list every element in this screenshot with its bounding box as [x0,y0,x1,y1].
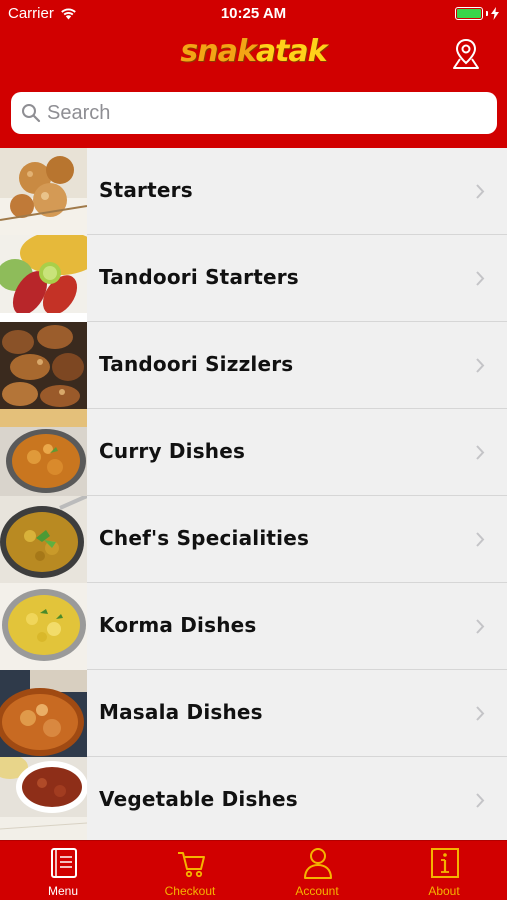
cart-icon [178,852,205,878]
nav-bar: snakatak [0,28,507,84]
battery-icon [455,7,483,20]
list-item-label: Vegetable Dishes [99,787,298,811]
battery-indicator [455,7,499,20]
list-item-label: Masala Dishes [99,700,263,724]
status-time: 10:25 AM [220,5,287,22]
vegetable-dishes-thumbnail [0,757,87,840]
chevron-right-icon [476,706,485,721]
list-item-label: Tandoori Sizzlers [99,352,294,376]
list-item-tandoori-sizzlers[interactable]: Tandoori Sizzlers [0,322,507,409]
list-item-tandoori-starters[interactable]: Tandoori Starters [0,235,507,322]
chevron-right-icon [476,532,485,547]
tab-about[interactable]: About [381,841,507,900]
list-item-label: Curry Dishes [99,439,246,463]
tandoori-sizzlers-thumbnail [0,322,87,409]
map-pin-icon[interactable] [451,38,481,70]
chevron-right-icon [476,793,485,808]
starters-thumbnail [0,148,87,235]
tab-checkout[interactable]: Checkout [127,841,253,900]
info-icon [431,848,459,878]
search-input[interactable] [47,98,487,128]
tab-label: Account [295,884,339,898]
tab-menu[interactable]: Menu [0,841,126,900]
list-item-label: Starters [99,178,193,202]
tab-bar: Menu Checkout Account About [0,840,507,900]
list-item-korma-dishes[interactable]: Korma Dishes [0,583,507,670]
search-bar[interactable] [11,92,497,134]
list-item-vegetable-dishes[interactable]: Vegetable Dishes [0,757,507,840]
tab-account[interactable]: Account [254,841,380,900]
chevron-right-icon [476,358,485,373]
tab-label: About [428,884,460,898]
list-item-label: Korma Dishes [99,613,257,637]
tab-label: Menu [47,884,79,898]
menu-category-list: Starters Tandoori Starters Tandoori Sizz… [0,148,507,840]
curry-dishes-thumbnail [0,409,87,496]
search-icon [22,104,41,123]
app-header: Carrier 10:25 AM snakatak [0,0,507,148]
list-item-label: Chef's Specialities [99,526,310,550]
list-item-label: Tandoori Starters [99,265,299,289]
chevron-right-icon [476,445,485,460]
chefs-specialities-thumbnail [0,496,87,583]
masala-dishes-thumbnail [0,670,87,757]
person-icon [304,848,332,879]
status-bar: Carrier 10:25 AM [0,0,507,28]
tandoori-starters-thumbnail [0,235,87,322]
chevron-right-icon [476,619,485,634]
menu-book-icon [51,848,77,878]
korma-dishes-thumbnail [0,583,87,670]
chevron-right-icon [476,184,485,199]
tab-label: Checkout [164,884,216,898]
charging-bolt-icon [491,7,499,20]
list-item-chefs-specialities[interactable]: Chef's Specialities [0,496,507,583]
list-item-curry-dishes[interactable]: Curry Dishes [0,409,507,496]
list-item-masala-dishes[interactable]: Masala Dishes [0,670,507,757]
list-item-starters[interactable]: Starters [0,148,507,235]
app-logo: snakatak [180,34,327,69]
chevron-right-icon [476,271,485,286]
